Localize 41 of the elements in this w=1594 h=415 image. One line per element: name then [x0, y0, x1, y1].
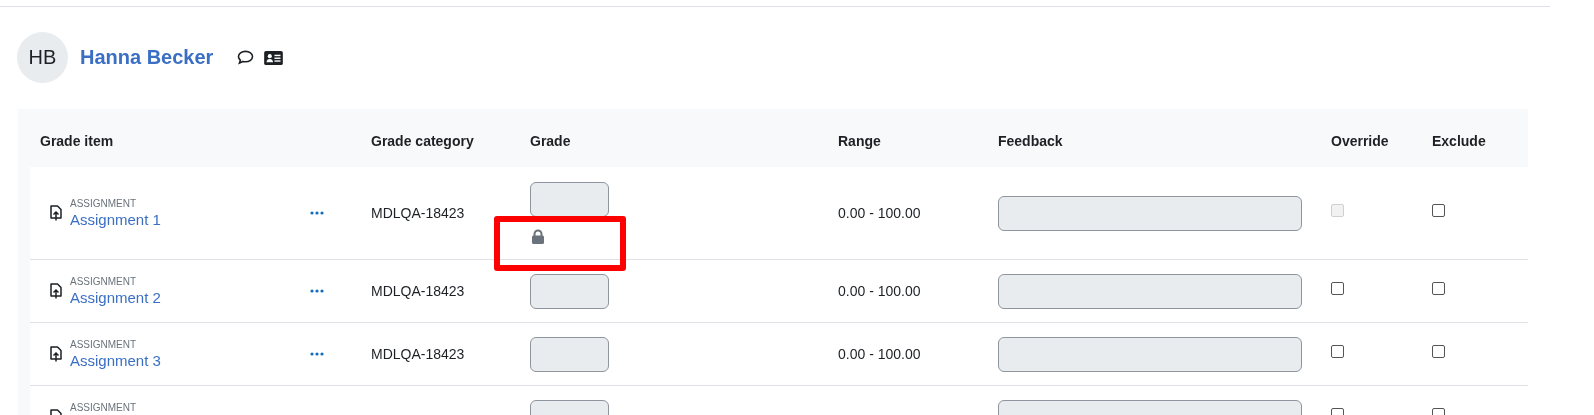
feedback-field[interactable]	[998, 336, 1302, 372]
user-name-link[interactable]: Hanna Becker	[80, 46, 214, 69]
exclude-checkbox[interactable]	[1432, 281, 1445, 295]
item-type-label: ASSIGNMENT	[70, 338, 138, 351]
user-avatar: HB	[17, 32, 68, 83]
override-checkbox[interactable]	[1331, 344, 1344, 358]
grade-category-text: MDLQA-18423	[371, 346, 466, 362]
exclude-checkbox[interactable]	[1432, 203, 1445, 217]
speech-bubble-icon[interactable]	[237, 50, 255, 65]
column-header: Grade	[530, 132, 572, 149]
override-checkbox[interactable]	[1331, 281, 1344, 295]
item-name-link[interactable]: Assignment 1	[70, 210, 310, 229]
file-upload-icon	[50, 205, 62, 221]
column-header: Grade category	[371, 132, 475, 149]
grade-field[interactable]	[530, 182, 609, 217]
grade-field[interactable]	[530, 273, 609, 309]
more-actions-icon[interactable]	[310, 352, 324, 356]
item-name-link[interactable]: Assignment 3	[70, 351, 310, 370]
column-header: Grade item	[39, 132, 115, 149]
item-name-link[interactable]: Assignment 2	[70, 288, 310, 307]
range-text: 0.00 - 100.00	[838, 205, 922, 221]
file-upload-icon	[50, 283, 62, 299]
column-header: Range	[838, 132, 882, 149]
file-upload-icon	[50, 346, 62, 362]
item-type-label: ASSIGNMENT	[70, 197, 138, 210]
grade-field[interactable]	[530, 336, 609, 372]
column-header: Exclude	[1432, 132, 1487, 149]
more-actions-icon[interactable]	[310, 289, 324, 293]
more-actions-icon[interactable]	[310, 211, 324, 215]
id-card-icon[interactable]	[264, 50, 284, 65]
range-text: 0.00 - 100.00	[838, 346, 922, 362]
exclude-checkbox[interactable]	[1432, 344, 1445, 358]
column-header: Feedback	[998, 132, 1064, 149]
feedback-field[interactable]	[998, 195, 1302, 231]
item-type-label: ASSIGNMENT	[70, 401, 138, 414]
grade-category-text: MDLQA-18423	[371, 283, 466, 299]
grade-category-text: MDLQA-18423	[371, 205, 466, 221]
item-type-label: ASSIGNMENT	[70, 275, 138, 288]
column-header: Override	[1331, 132, 1390, 149]
range-text: 0.00 - 100.00	[838, 283, 922, 299]
feedback-field[interactable]	[998, 273, 1302, 309]
